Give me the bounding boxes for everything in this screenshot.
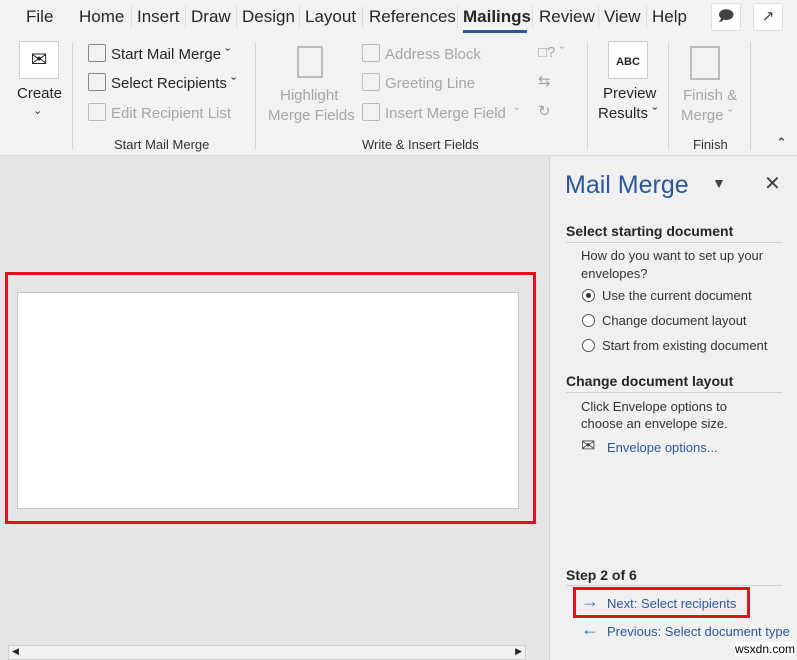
highlight-box: [5, 272, 536, 524]
tab-insert[interactable]: Insert: [137, 7, 180, 27]
active-tab-underline: [463, 30, 527, 33]
description-text-2: choose an envelope size.: [581, 416, 728, 431]
update-labels-icon[interactable]: ↻: [538, 102, 551, 120]
scroll-right-icon[interactable]: ▶: [515, 646, 522, 657]
insert-merge-field-button[interactable]: Insert Merge Field ˇ: [362, 103, 519, 122]
group-label-finish: Finish: [693, 137, 728, 152]
tab-layout[interactable]: Layout: [305, 7, 356, 27]
start-mail-merge-button[interactable]: Start Mail Merge ˇ: [88, 44, 230, 63]
tab-help[interactable]: Help: [652, 7, 687, 27]
radio-change-layout[interactable]: [582, 314, 595, 327]
ribbon-tabs: File Home Insert Draw Design Layout Refe…: [0, 0, 797, 36]
match-fields-icon[interactable]: ⇆: [538, 72, 551, 90]
tab-home[interactable]: Home: [79, 7, 124, 27]
group-label-write: Write & Insert Fields: [362, 137, 479, 152]
tab-design[interactable]: Design: [242, 7, 295, 27]
option-label[interactable]: Start from existing document: [602, 338, 767, 353]
preview-results-label: Results ˇ: [598, 105, 658, 122]
watermark: wsxdn.com: [735, 642, 796, 656]
highlight-merge-fields-label: Merge Fields: [268, 107, 355, 124]
description-text: Click Envelope options to: [581, 399, 727, 414]
recipients-icon: [88, 73, 106, 91]
group-label-start: Start Mail Merge: [114, 137, 210, 152]
preview-results-icon: ABC: [608, 41, 648, 79]
mail-merge-pane: Mail Merge ▼ ✕ Select starting document …: [549, 157, 797, 660]
ribbon: ✉ Create ⌄ Start Mail Merge ˇ Select Rec…: [0, 36, 797, 156]
select-recipients-button[interactable]: Select Recipients ˇ: [88, 73, 236, 92]
finish-merge-button[interactable]: Finish &: [683, 87, 737, 104]
scroll-left-icon[interactable]: ◀: [12, 646, 19, 657]
share-icon[interactable]: ↗: [753, 3, 783, 31]
greeting-line-icon: [362, 73, 380, 91]
envelope-icon: ✉: [19, 41, 59, 79]
arrow-left-icon: ←: [581, 619, 599, 639]
radio-use-current[interactable]: [582, 289, 595, 302]
tab-draw[interactable]: Draw: [191, 7, 231, 27]
rules-icon[interactable]: □? ˇ: [538, 44, 565, 61]
highlight-fields-icon: [297, 46, 323, 78]
highlight-merge-fields-button[interactable]: Highlight: [280, 87, 338, 104]
radio-existing-document[interactable]: [582, 339, 595, 352]
close-icon[interactable]: ✕: [764, 171, 781, 196]
pane-options-icon[interactable]: ▼: [712, 175, 726, 191]
collapse-ribbon-icon[interactable]: ⌃: [776, 135, 787, 151]
edit-recipient-list-button[interactable]: Edit Recipient List: [88, 103, 231, 122]
edit-list-icon: [88, 103, 106, 121]
insert-field-icon: [362, 103, 380, 121]
previous-step-link[interactable]: Previous: Select document type: [607, 624, 790, 639]
option-label[interactable]: Change document layout: [602, 313, 747, 328]
envelope-options-link[interactable]: Envelope options...: [607, 440, 718, 455]
question-text: How do you want to set up your: [581, 248, 764, 263]
question-text-2: envelopes?: [581, 266, 648, 281]
tab-file[interactable]: File: [26, 7, 53, 27]
comments-icon[interactable]: 🗩: [711, 3, 741, 31]
preview-results-button[interactable]: Preview: [603, 85, 656, 102]
section-heading-2: Change document layout: [566, 373, 734, 389]
horizontal-scrollbar[interactable]: ◀ ▶: [8, 645, 526, 660]
greeting-line-button[interactable]: Greeting Line: [362, 73, 475, 92]
finish-merge-icon: [690, 46, 720, 80]
address-block-button[interactable]: Address Block: [362, 44, 481, 63]
option-label[interactable]: Use the current document: [602, 288, 752, 303]
tab-references[interactable]: References: [369, 7, 456, 27]
next-step-link[interactable]: Next: Select recipients: [607, 596, 736, 611]
envelope-icon: ✉: [581, 436, 596, 455]
address-block-icon: [362, 44, 380, 62]
document-mail-icon: [88, 44, 106, 62]
arrow-right-icon: →: [581, 591, 599, 611]
finish-merge-label: Merge ˇ: [681, 107, 733, 124]
step-indicator: Step 2 of 6: [566, 567, 637, 583]
create-button[interactable]: Create: [17, 85, 62, 102]
chevron-down-icon: ⌄: [33, 105, 43, 117]
section-heading: Select starting document: [566, 223, 734, 239]
tab-view[interactable]: View: [604, 7, 641, 27]
tab-mailings[interactable]: Mailings: [463, 7, 531, 27]
tab-review[interactable]: Review: [539, 7, 595, 27]
pane-title: Mail Merge: [565, 171, 689, 199]
